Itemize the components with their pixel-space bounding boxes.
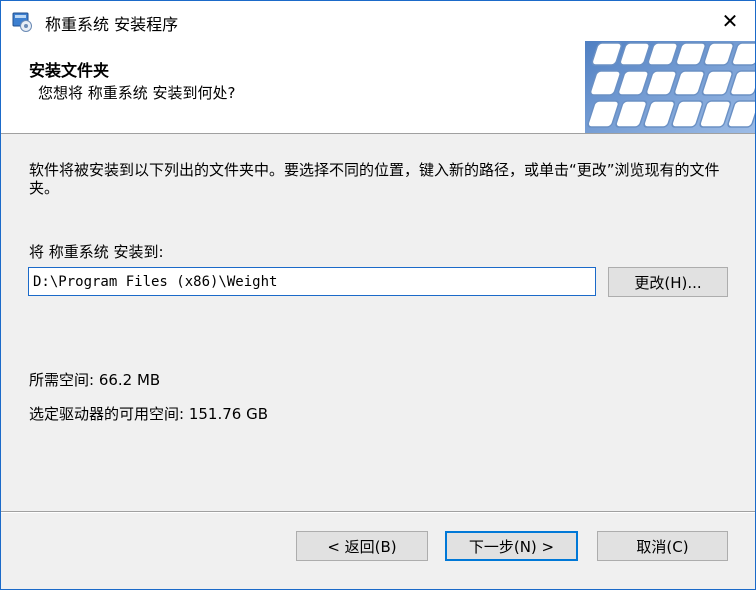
- installer-icon: [11, 10, 33, 32]
- footer-separator: [1, 511, 755, 513]
- back-button[interactable]: < 返回(B): [296, 531, 428, 561]
- instructions-text: 软件将被安装到以下列出的文件夹中。要选择不同的位置，键入新的路径，或单击“更改”…: [29, 161, 720, 197]
- install-location-label: 将 称重系统 安装到:: [29, 243, 164, 261]
- close-icon: ✕: [721, 9, 739, 33]
- window-title: 称重系统 安装程序: [45, 15, 179, 34]
- cancel-button[interactable]: 取消(C): [597, 531, 728, 561]
- next-button[interactable]: 下一步(N) >: [445, 531, 578, 561]
- space-available-text: 选定驱动器的可用空间: 151.76 GB: [29, 405, 268, 423]
- header-banner: 安装文件夹 您想将 称重系统 安装到何处?: [1, 41, 755, 134]
- page-title: 安装文件夹: [29, 61, 110, 80]
- install-path-input[interactable]: [28, 267, 596, 296]
- keyboard-banner: [585, 41, 755, 133]
- installer-window: 称重系统 安装程序 ✕ 安装文件夹 您想将 称重系统 安装到何处? 软件将被安装…: [0, 0, 756, 590]
- change-button[interactable]: 更改(H)...: [608, 267, 728, 297]
- close-button[interactable]: ✕: [705, 1, 755, 41]
- title-bar[interactable]: 称重系统 安装程序 ✕: [1, 1, 755, 41]
- space-required-text: 所需空间: 66.2 MB: [29, 371, 161, 389]
- page-subtitle: 您想将 称重系统 安装到何处?: [38, 84, 236, 102]
